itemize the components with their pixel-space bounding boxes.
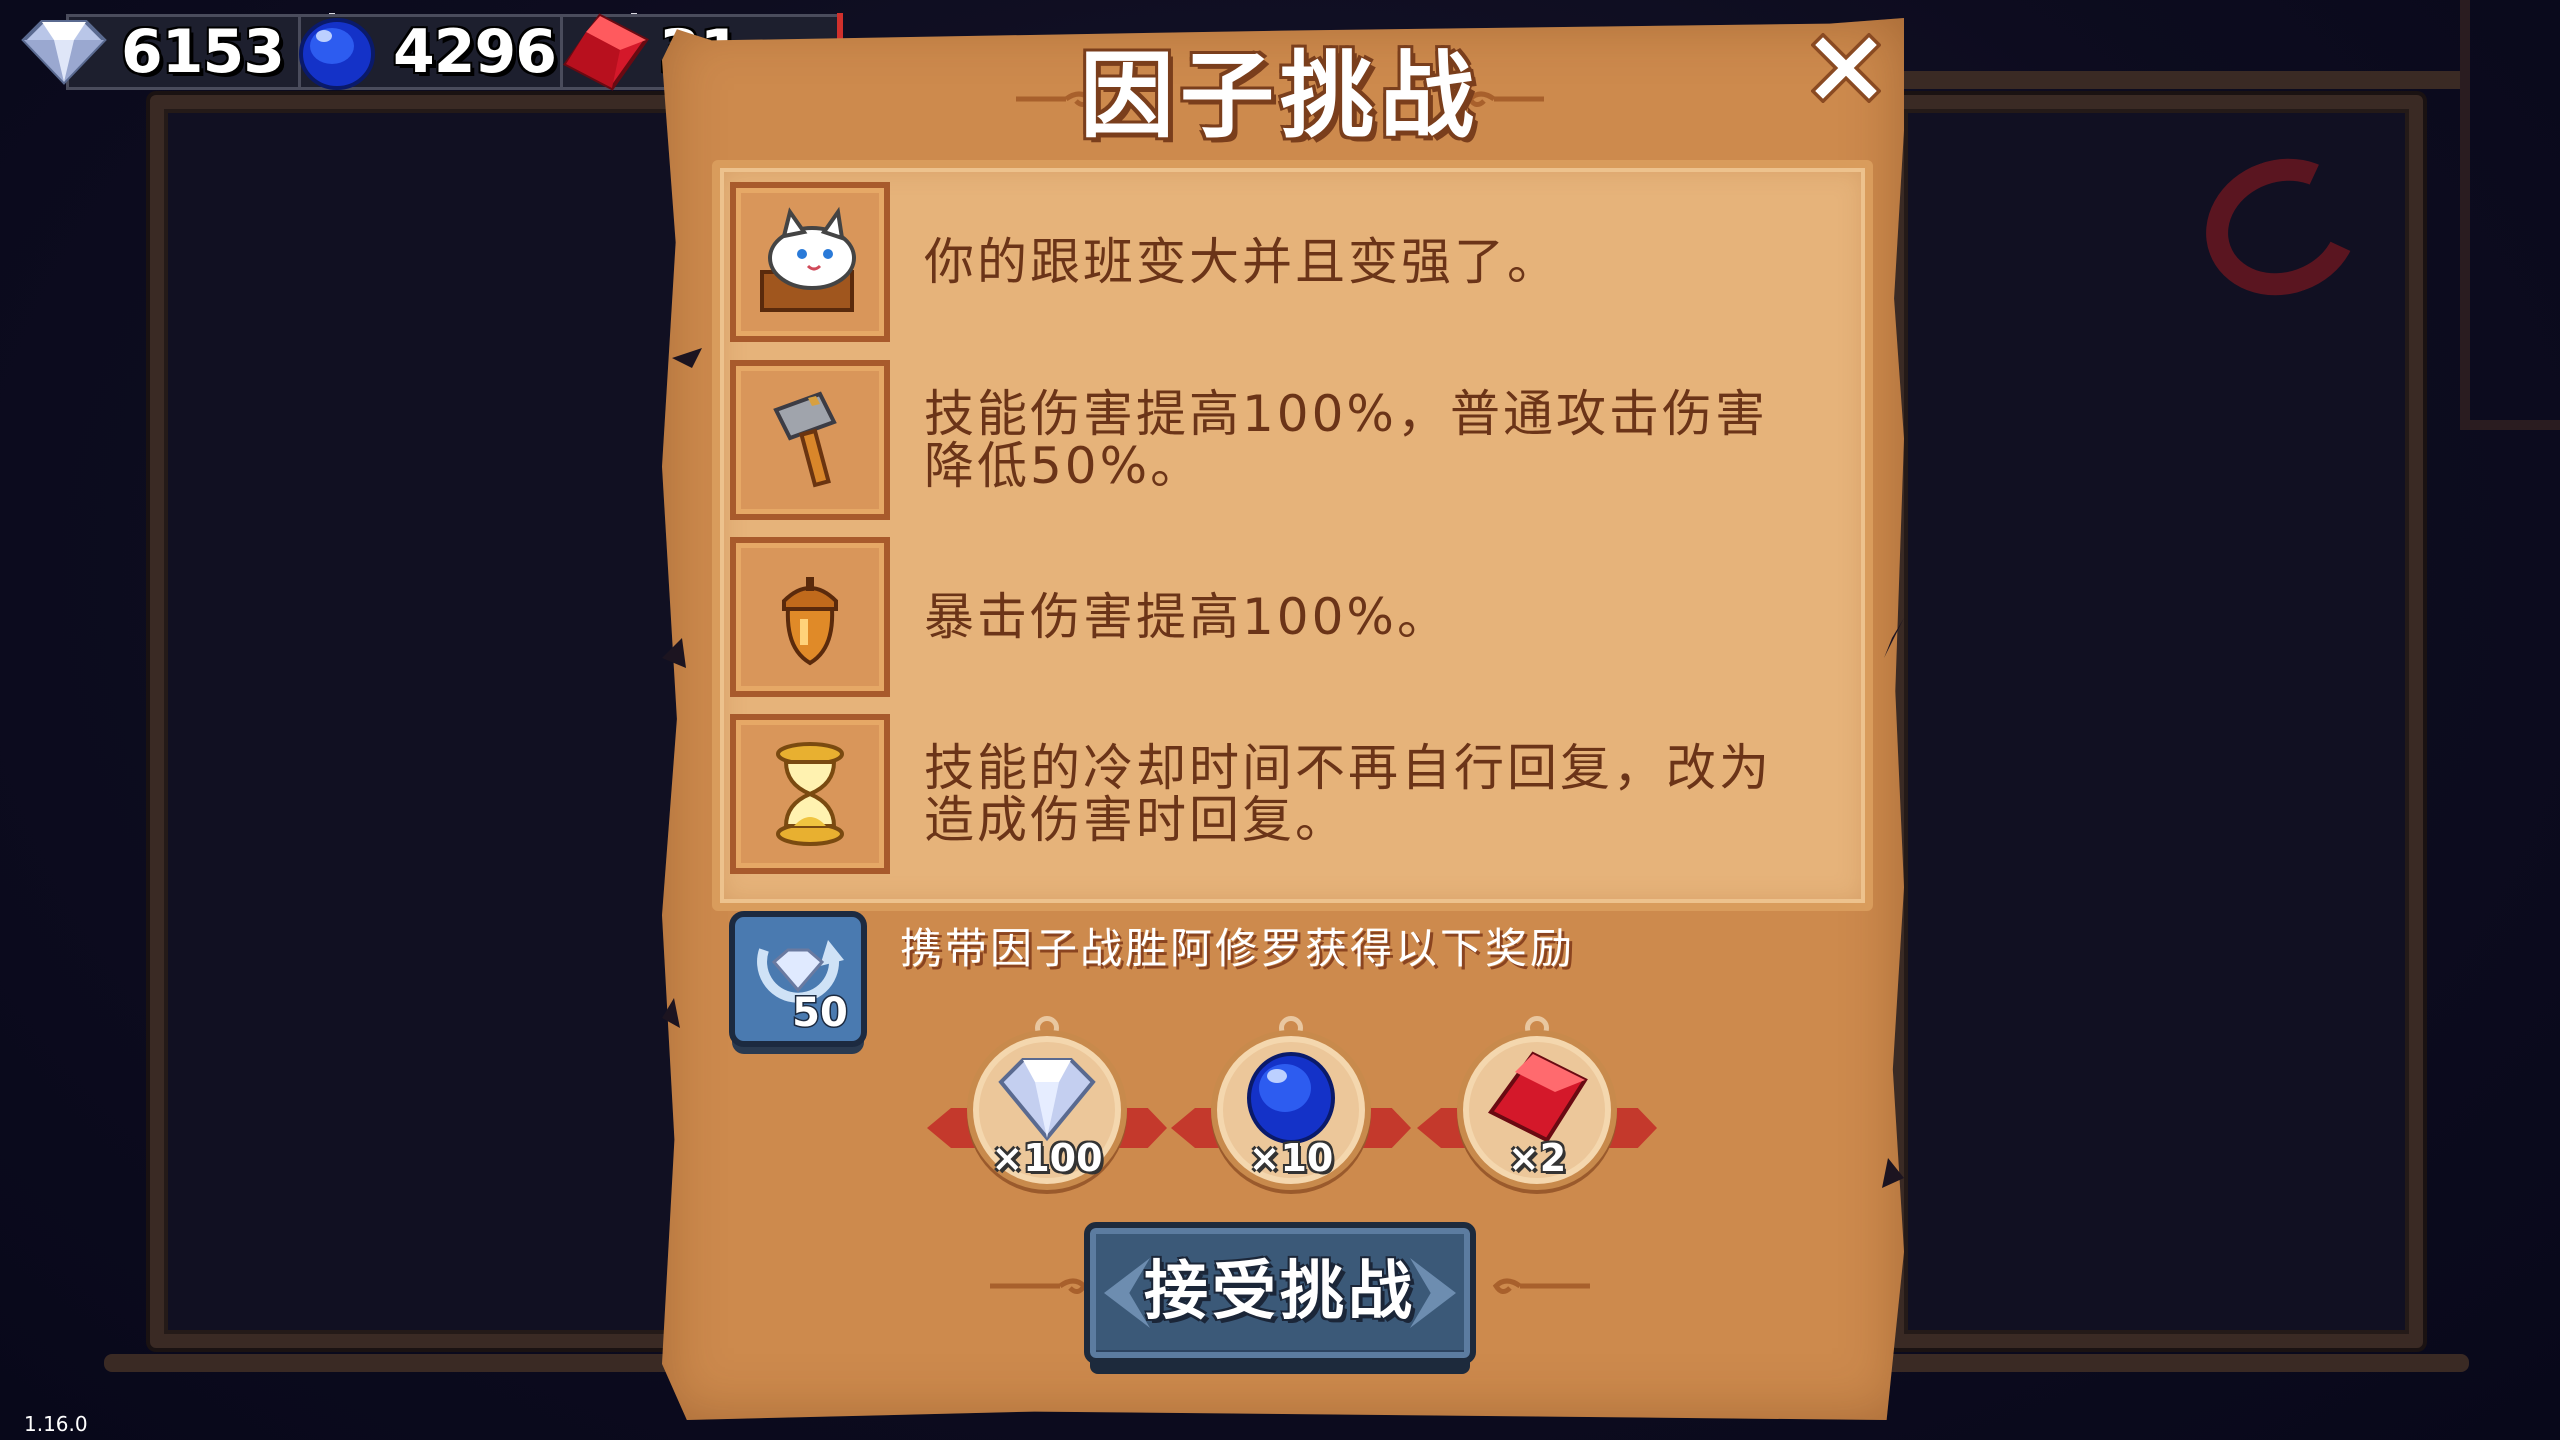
diamond-icon (998, 1058, 1096, 1142)
accept-challenge-button[interactable]: 接受挑战 (1084, 1222, 1476, 1374)
currency-sapphire-value: 4296 (393, 17, 557, 87)
factor-description: 技能的冷却时间不再自行回复，改为造成伤害时回复。 (924, 739, 1772, 849)
background-frame-right (1844, 71, 2469, 1372)
close-button[interactable] (1808, 30, 1884, 106)
reward-medal-ruby: ×2 (1417, 1016, 1657, 1200)
close-icon[interactable] (1811, 33, 1881, 103)
factor-description: 暴击伤害提高100%。 (924, 588, 1450, 646)
hourglass-icon (776, 742, 844, 846)
dialog-title: 因子挑战 (1079, 42, 1480, 151)
factor-icon-frame (730, 714, 890, 874)
version-label: 1.16.0 (24, 1412, 88, 1436)
factor-icon-frame (730, 537, 890, 697)
factor-row: 技能伤害提高100%，普通攻击伤害降低50%。 (730, 360, 1830, 530)
reward-quantity: ×2 (1507, 1136, 1567, 1180)
background-pipe-decoration (2460, 0, 2560, 430)
factor-icon-frame (730, 182, 890, 342)
factor-row: 你的跟班变大并且变强了。 (730, 182, 1830, 352)
ruby-icon (563, 13, 649, 91)
ruby-icon (1487, 1051, 1588, 1143)
acorn-icon (782, 577, 838, 666)
ticket-count: 50 (792, 990, 848, 1036)
button-scroll-decoration-right (1492, 1278, 1590, 1294)
factor-row: 技能的冷却时间不再自行回复，改为造成伤害时回复。 (730, 714, 1830, 884)
cat-on-crate-icon (760, 206, 856, 312)
reward-medal-sapphire: ×10 (1171, 1016, 1411, 1200)
diamond-refresh-ticket-icon: 50 (729, 911, 867, 1054)
sapphire-icon (299, 18, 375, 90)
reward-ticket: 50 (728, 910, 868, 1060)
accept-challenge-label: 接受挑战 (1144, 1255, 1416, 1329)
factor-description: 你的跟班变大并且变强了。 (924, 233, 1560, 291)
factor-description: 技能伤害提高100%，普通攻击伤害降低50%。 (924, 385, 1768, 495)
sapphire-icon (1247, 1052, 1335, 1144)
factor-row: 暴击伤害提高100%。 (730, 537, 1830, 707)
diamond-icon (21, 20, 107, 85)
reward-quantity: ×100 (991, 1136, 1103, 1180)
reward-description: 携带因子战胜阿修罗获得以下奖励 (900, 924, 1576, 973)
background-frame-left (104, 71, 779, 1372)
reward-medal-diamond: ×100 (927, 1016, 1167, 1200)
hammer-icon (773, 391, 837, 488)
factor-icon-frame (730, 360, 890, 520)
reward-quantity: ×10 (1248, 1136, 1334, 1180)
currency-diamond-value: 6153 (121, 17, 285, 87)
